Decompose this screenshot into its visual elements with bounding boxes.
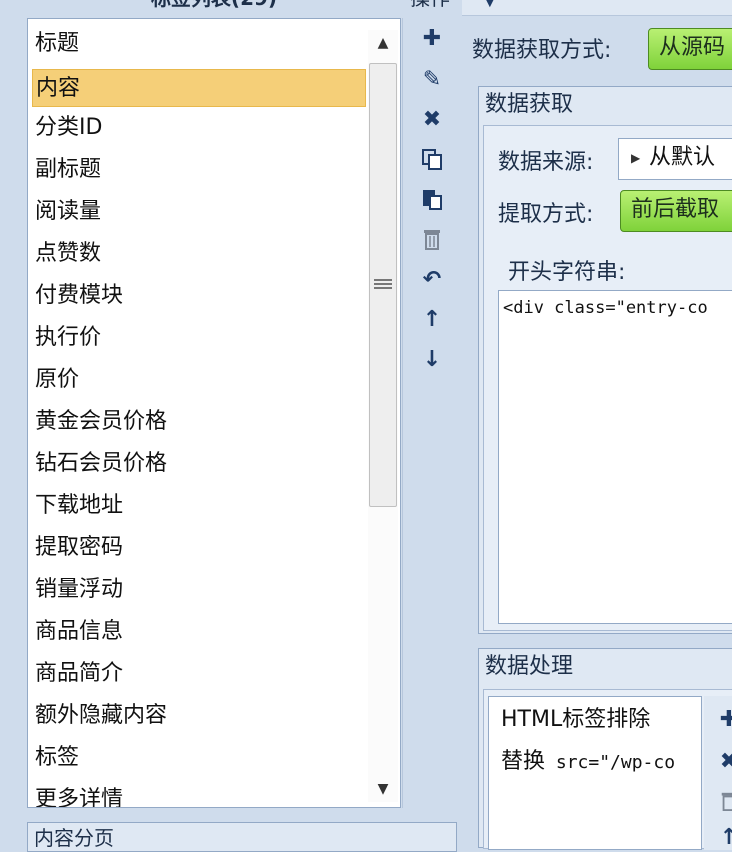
content-pagination-header[interactable]: 内容分页 <box>27 822 457 852</box>
list-item[interactable]: 标题 <box>32 25 366 63</box>
move-down-arrow-icon[interactable]: ↓ <box>417 344 447 374</box>
list-item[interactable]: 更多详情 <box>32 781 366 807</box>
scroll-thumb[interactable] <box>369 63 397 507</box>
list-item[interactable]: 付费模块 <box>32 277 366 315</box>
fetch-group-title: 数据获取 <box>485 92 574 117</box>
delete-x-icon[interactable]: ✖ <box>716 748 732 774</box>
delete-x-icon[interactable]: ✖ <box>417 104 447 134</box>
list-item[interactable]: 点赞数 <box>32 235 366 273</box>
process-group-title: 数据处理 <box>485 654 574 679</box>
extract-button[interactable]: 前后截取 <box>620 190 732 232</box>
process-list[interactable]: HTML标签排除 替换 src="/wp-co <box>488 696 702 850</box>
source-label: 数据来源: <box>498 150 594 175</box>
tag-list-panel: 标签列表(29) 操作 标题 内容 分类ID 副标题 阅读量 点赞数 付费模块 … <box>0 0 458 852</box>
start-string-textarea[interactable]: <div class="entry-co <box>498 290 732 624</box>
expand-arrow-icon: ▶ <box>631 151 641 165</box>
operations-title: 操作 <box>402 0 458 12</box>
scroll-down-arrow-icon[interactable]: ▼ <box>368 776 398 802</box>
top-strip: ▼ <box>462 0 732 16</box>
list-item[interactable]: 副标题 <box>32 151 366 189</box>
extract-label: 提取方式: <box>498 202 594 227</box>
list-item[interactable]: 商品简介 <box>32 655 366 693</box>
list-item[interactable]: 替换 src="/wp-co <box>501 743 675 782</box>
edit-pencil-icon[interactable]: ✎ <box>417 64 447 94</box>
list-item[interactable]: 标签 <box>32 739 366 777</box>
list-item[interactable]: 额外隐藏内容 <box>32 697 366 735</box>
process-item-arg: src="/wp-co <box>545 752 676 773</box>
list-item[interactable]: 提取密码 <box>32 529 366 567</box>
start-string-label: 开头字符串: <box>508 260 626 285</box>
copy-icon[interactable] <box>417 144 447 174</box>
move-up-arrow-icon[interactable]: ↑ <box>417 304 447 334</box>
add-icon[interactable]: ✚ <box>417 23 447 53</box>
dropdown-arrow-icon[interactable]: ▼ <box>486 0 502 12</box>
move-up-arrow-icon[interactable]: ↑ <box>716 824 732 850</box>
process-group: 数据处理 HTML标签排除 替换 src="/wp-co ✚ ✖ ↑ <box>478 648 732 850</box>
tag-list[interactable]: 标题 内容 分类ID 副标题 阅读量 点赞数 付费模块 执行价 原价 黄金会员价… <box>27 18 401 808</box>
grip-icon <box>374 279 392 293</box>
method-button[interactable]: 从源码 <box>648 28 732 70</box>
trash-icon[interactable] <box>417 224 447 254</box>
trash-icon[interactable] <box>716 788 732 814</box>
list-item[interactable]: 执行价 <box>32 319 366 357</box>
list-item[interactable]: 阅读量 <box>32 193 366 231</box>
process-group-body: HTML标签排除 替换 src="/wp-co ✚ ✖ ↑ <box>483 689 732 850</box>
list-item[interactable]: HTML标签排除 <box>501 701 650 739</box>
fetch-group: 数据获取 数据来源: ▶ 从默认 提取方式: 前后截取 开头字符串: <div … <box>478 86 732 634</box>
scroll-up-arrow-icon[interactable]: ▲ <box>368 30 398 56</box>
list-item[interactable]: 销量浮动 <box>32 571 366 609</box>
operations-toolbar: ✚ ✎ ✖ ↶ ↑ ↓ <box>402 18 458 808</box>
add-icon[interactable]: ✚ <box>716 706 732 732</box>
tag-list-scrollbar[interactable]: ▲ ▼ <box>368 30 398 802</box>
process-item-name: HTML标签排除 <box>501 707 651 732</box>
list-item[interactable]: 商品信息 <box>32 613 366 651</box>
tag-list-title: 标签列表(29) <box>28 0 400 12</box>
fetch-group-body: 数据来源: ▶ 从默认 提取方式: 前后截取 开头字符串: <div class… <box>483 125 732 631</box>
list-item[interactable]: 原价 <box>32 361 366 399</box>
method-label: 数据获取方式: <box>472 38 612 63</box>
list-item[interactable]: 分类ID <box>32 109 366 147</box>
source-select-value: 从默认 <box>649 145 716 170</box>
process-toolbar: ✚ ✖ ↑ <box>704 696 732 850</box>
source-select[interactable]: ▶ 从默认 <box>618 138 732 180</box>
list-item[interactable]: 黄金会员价格 <box>32 403 366 441</box>
paste-icon[interactable] <box>417 184 447 214</box>
list-item[interactable]: 下载地址 <box>32 487 366 525</box>
list-item-selected[interactable]: 内容 <box>32 69 366 107</box>
undo-icon[interactable]: ↶ <box>417 264 447 294</box>
list-item[interactable]: 钻石会员价格 <box>32 445 366 483</box>
process-item-name: 替换 <box>501 749 546 774</box>
data-settings-panel: ▼ 数据获取方式: 从源码 数据获取 数据来源: ▶ 从默认 提取方式: 前后截… <box>462 0 732 850</box>
